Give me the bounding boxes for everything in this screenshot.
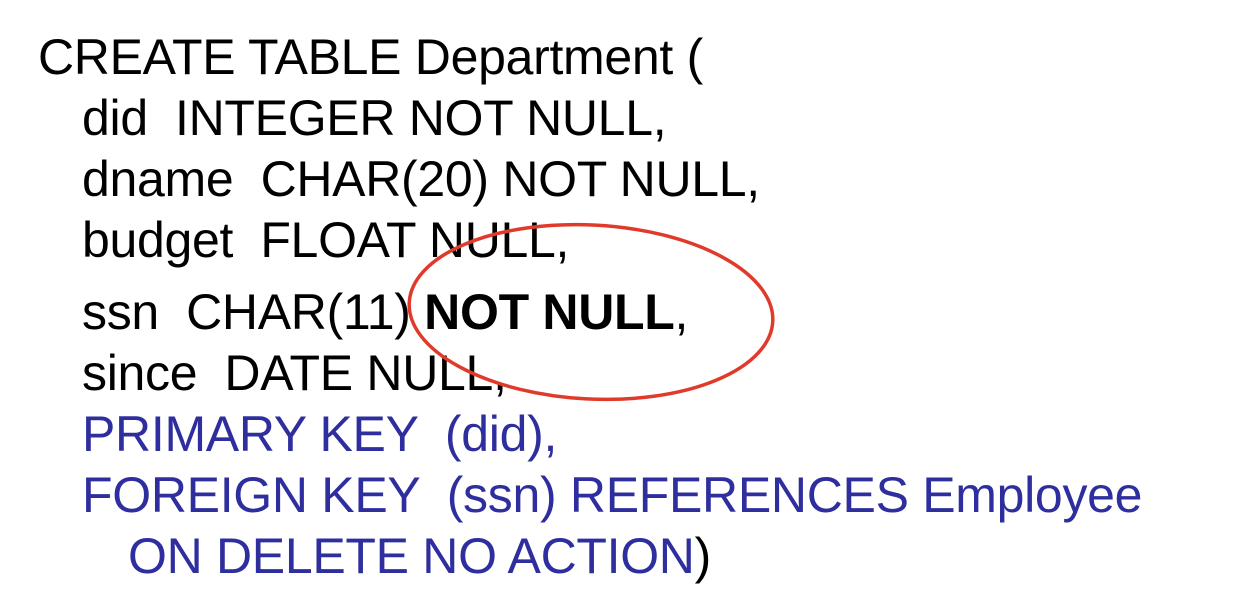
sql-slide: CREATE TABLE Department ( did INTEGER NO… [0, 0, 1254, 598]
column-ssn-line: ssn CHAR(11) NOT NULL, [82, 283, 688, 341]
column-dname-line: dname CHAR(20) NOT NULL, [82, 151, 760, 207]
foreign-key-line: FOREIGN KEY (ssn) REFERENCES Employee [82, 467, 1143, 523]
on-delete-clause: ON DELETE NO ACTION [128, 528, 695, 584]
column-did-line: did INTEGER NOT NULL, [82, 90, 667, 146]
primary-key-line: PRIMARY KEY (did), [82, 406, 558, 462]
column-budget-line: budget FLOAT NULL, [82, 212, 570, 268]
column-since-line: since DATE NULL, [82, 345, 507, 401]
ssn-comma: , [674, 284, 689, 340]
ssn-definition: ssn CHAR(11) [82, 284, 425, 340]
closing-paren: ) [694, 528, 712, 584]
on-delete-line: ON DELETE NO ACTION) [128, 527, 711, 585]
not-null-highlight: NOT NULL [424, 284, 675, 340]
create-table-line: CREATE TABLE Department ( [38, 29, 703, 85]
